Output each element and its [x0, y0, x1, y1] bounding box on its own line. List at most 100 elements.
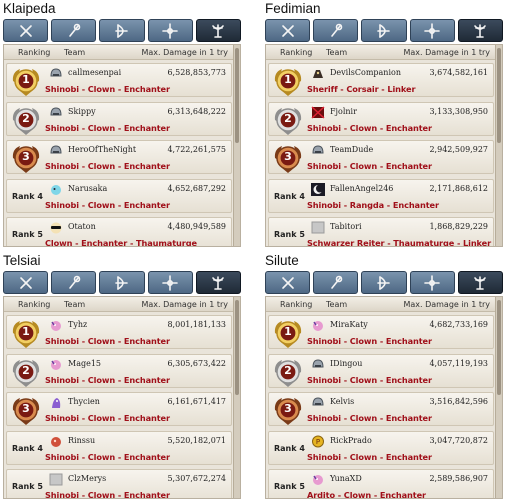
scrollbar-thumb[interactable]	[235, 300, 239, 395]
table-row[interactable]: Rank 5 YunaXD 2,589,586,907 Ardito - Clo…	[268, 469, 494, 499]
staff-icon	[328, 275, 344, 291]
tab-cross[interactable]	[409, 19, 455, 42]
tab-bow[interactable]	[361, 19, 407, 42]
table-row[interactable]: Rank 4 FallenAngel246 2,171,868,612 Shin…	[268, 179, 494, 213]
table-header: Ranking Team Max. Damage in 1 try	[4, 45, 234, 60]
tab-staff[interactable]	[313, 19, 359, 42]
max-damage-value: 6,528,853,773	[167, 68, 226, 77]
table-row[interactable]: 2 Skippy 6,313,648,222 Shinobi - Clown -…	[6, 102, 232, 136]
tab-staff[interactable]	[51, 19, 97, 42]
max-damage-value: 3,047,720,872	[429, 436, 488, 445]
max-damage-value: 6,161,671,417	[167, 397, 226, 406]
red-pattern-avatar-icon	[311, 106, 325, 119]
rank-label: Rank 5	[274, 482, 305, 491]
tab-staff[interactable]	[313, 271, 359, 294]
tab-cleric[interactable]	[195, 271, 242, 294]
table-row[interactable]: Rank 4 P RickPrado 3,047,720,872 Shinobi…	[268, 431, 494, 465]
class-tabs	[265, 271, 504, 294]
scrollbar-thumb[interactable]	[497, 300, 501, 395]
server-panel-fedimian: Fedimian Ranking Team Max. Damage in 1 t…	[263, 1, 504, 247]
max-damage-value: 2,171,868,612	[429, 184, 488, 193]
cross-icon	[424, 22, 441, 39]
server-panel-silute: Silute Ranking Team Max. Damage in 1 try…	[263, 253, 504, 499]
team-classes: Shinobi - Clown - Enchanter	[45, 490, 170, 499]
scrollbar[interactable]	[233, 297, 240, 498]
table-row[interactable]: 3 HeroOfTheNight 4,722,261,575 Shinobi -…	[6, 140, 232, 174]
tab-swords[interactable]	[3, 19, 49, 42]
player-name: Rinssu	[68, 436, 96, 445]
cyan-creature-avatar-icon	[49, 183, 63, 196]
max-damage-value: 3,674,582,161	[429, 68, 488, 77]
team-classes: Shinobi - Clown - Enchanter	[45, 413, 170, 423]
tab-bow[interactable]	[361, 271, 407, 294]
table-row[interactable]: 1 callmesenpai 6,528,853,773 Shinobi - C…	[6, 63, 232, 97]
rank-number: 1	[22, 325, 30, 338]
scrollbar[interactable]	[495, 45, 502, 246]
tab-swords[interactable]	[265, 271, 311, 294]
scrollbar-thumb[interactable]	[235, 48, 239, 143]
tab-swords[interactable]	[265, 19, 311, 42]
rank-medal-icon: 1	[272, 317, 304, 349]
swords-icon	[18, 23, 34, 39]
scrollbar[interactable]	[495, 297, 502, 498]
table-row[interactable]: Rank 5 Otaton 4,480,949,589 Clown - Ench…	[6, 217, 232, 246]
table-row[interactable]: 2 IDingou 4,057,119,193 Shinobi - Clown …	[268, 354, 494, 388]
table-row[interactable]: 2 Mage15 6,305,673,422 Shinobi - Clown -…	[6, 354, 232, 388]
table-row[interactable]: Rank 5 Tabitori 1,868,829,229 Schwarzer …	[268, 217, 494, 246]
player-name: FallenAngel246	[330, 184, 394, 193]
scrollbar[interactable]	[233, 45, 240, 246]
player-name: HeroOfTheNight	[68, 145, 137, 154]
rank-label: Rank 5	[12, 482, 43, 491]
team-classes: Shinobi - Clown - Enchanter	[45, 375, 170, 385]
table-row[interactable]: 3 TeamDude 2,942,509,927 Shinobi - Clown…	[268, 140, 494, 174]
team-classes: Sheriff - Corsair - Linker	[307, 84, 416, 94]
pink-creature-avatar-icon	[49, 358, 63, 371]
tab-staff[interactable]	[51, 271, 97, 294]
rank-number: 1	[22, 73, 30, 86]
player-name: Otaton	[68, 222, 96, 231]
rank-number: 1	[284, 73, 292, 86]
table-row[interactable]: 2 Fjolnir 3,133,308,950 Shinobi - Clown …	[268, 102, 494, 136]
swords-icon	[18, 275, 34, 291]
scrollbar-thumb[interactable]	[497, 48, 501, 143]
max-damage-value: 5,520,182,071	[167, 436, 226, 445]
cleric-icon	[472, 23, 488, 39]
tab-bow[interactable]	[99, 271, 145, 294]
team-classes: Shinobi - Clown - Enchanter	[307, 123, 432, 133]
tab-swords[interactable]	[3, 271, 49, 294]
table-row[interactable]: Rank 4 Narusaka 4,652,687,292 Shinobi - …	[6, 179, 232, 213]
class-tabs	[3, 271, 242, 294]
tab-cross[interactable]	[147, 19, 193, 42]
player-name: Thycien	[68, 397, 100, 406]
tab-cross[interactable]	[147, 271, 193, 294]
table-row[interactable]: 1 DevilsCompanion 3,674,582,161 Sheriff …	[268, 63, 494, 97]
tab-bow[interactable]	[99, 19, 145, 42]
table-row[interactable]: 1 MiraKaty 4,682,733,169 Shinobi - Clown…	[268, 315, 494, 349]
rank-number: 2	[22, 112, 30, 125]
header-ranking: Ranking	[280, 300, 313, 309]
tab-cleric[interactable]	[457, 271, 504, 294]
player-name: ClzMerys	[68, 474, 107, 483]
table-row[interactable]: 3 Kelvis 3,516,842,596 Shinobi - Clown -…	[268, 392, 494, 426]
tab-cleric[interactable]	[457, 19, 504, 42]
rank-medal-icon: 2	[10, 356, 42, 388]
tab-cleric[interactable]	[195, 19, 242, 42]
player-name: Tabitori	[330, 222, 362, 231]
rank-medal-icon: 1	[10, 317, 42, 349]
team-classes: Ardito - Clown - Enchanter	[307, 490, 426, 499]
team-classes: Shinobi - Clown - Enchanter	[45, 123, 170, 133]
table-row[interactable]: Rank 5 ClzMerys 5,307,672,274 Shinobi - …	[6, 469, 232, 499]
team-classes: Shinobi - Clown - Enchanter	[45, 84, 170, 94]
team-classes: Shinobi - Clown - Enchanter	[45, 200, 170, 210]
max-damage-value: 4,652,687,292	[167, 184, 226, 193]
rank-medal-icon: 2	[272, 356, 304, 388]
table-row[interactable]: 3 Thycien 6,161,671,417 Shinobi - Clown …	[6, 392, 232, 426]
header-max-damage: Max. Damage in 1 try	[141, 48, 228, 57]
table-row[interactable]: 1 Tyhz 8,001,181,133 Shinobi - Clown - E…	[6, 315, 232, 349]
team-classes: Shinobi - Clown - Enchanter	[45, 452, 170, 462]
rank-medal-icon: 3	[10, 142, 42, 174]
rank-number: 2	[22, 364, 30, 377]
server-title: Telsiai	[3, 253, 41, 268]
table-row[interactable]: Rank 4 Rinssu 5,520,182,071 Shinobi - Cl…	[6, 431, 232, 465]
tab-cross[interactable]	[409, 271, 455, 294]
